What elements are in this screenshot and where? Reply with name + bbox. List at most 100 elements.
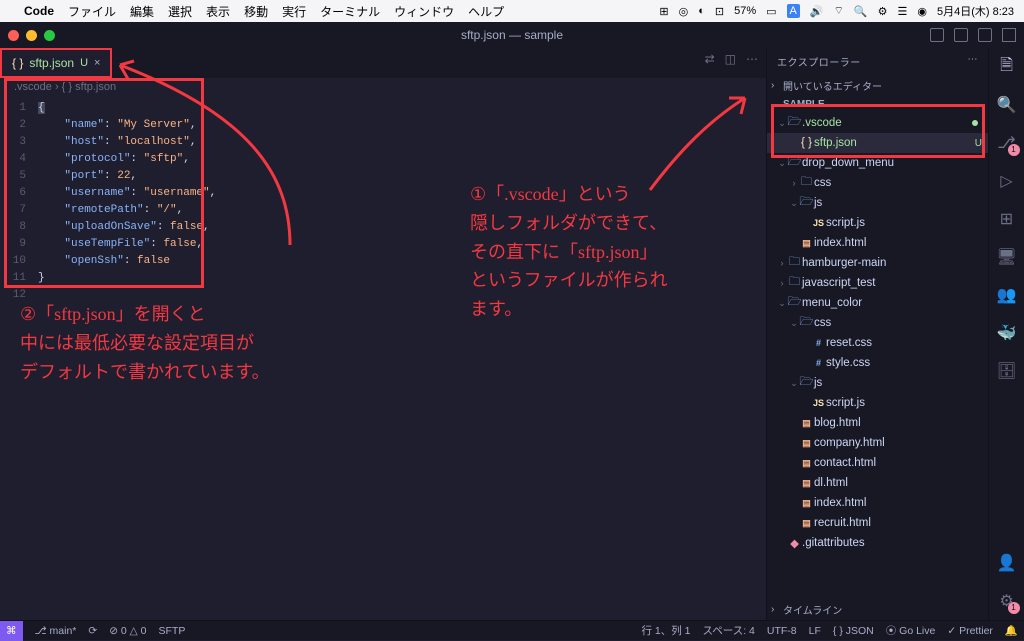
- menu-terminal[interactable]: ターミナル: [320, 3, 380, 20]
- compare-icon[interactable]: ⇄: [705, 52, 715, 66]
- battery-icon: ▭: [766, 5, 776, 18]
- activity-remote-icon[interactable]: 🖥: [996, 246, 1018, 268]
- activity-scm-icon[interactable]: ⎇1: [996, 132, 1018, 154]
- tree-item[interactable]: ▤company.html: [767, 433, 988, 453]
- tree-item[interactable]: ›🗀hamburger-main: [767, 253, 988, 273]
- status-sync[interactable]: ⟳: [88, 625, 97, 637]
- tree-item[interactable]: JSscript.js: [767, 213, 988, 233]
- status-golive[interactable]: ⦿ Go Live: [886, 623, 936, 638]
- editor-content[interactable]: { "name": "My Server", "host": "localhos…: [34, 96, 216, 304]
- explorer-title: エクスプローラー: [777, 54, 861, 69]
- tree-item[interactable]: ›🗀css: [767, 173, 988, 193]
- tree-item[interactable]: ▤index.html: [767, 493, 988, 513]
- tree-item[interactable]: ▤dl.html: [767, 473, 988, 493]
- status-cursor[interactable]: 行 1、列 1: [641, 623, 690, 638]
- editor-tabs: { } sftp.json U × ⇄ ◫ ⋯: [0, 48, 766, 78]
- editor-gutter: 123456789101112: [0, 96, 34, 304]
- status-bell-icon[interactable]: 🔔: [1005, 624, 1018, 637]
- activity-db-icon[interactable]: 🗄: [996, 360, 1018, 382]
- file-tree: ⌄🗁.vscode{ }sftp.jsonU⌄🗁drop_down_menu›🗀…: [767, 113, 988, 553]
- window-titlebar: sftp.json — sample: [0, 22, 1024, 48]
- input-source-icon[interactable]: A: [787, 4, 800, 18]
- menubar-clock[interactable]: 5月4日(木) 8:23: [937, 3, 1014, 19]
- open-editors-section[interactable]: › 開いているエディター: [767, 75, 988, 96]
- tree-item[interactable]: ⌄🗁.vscode: [767, 113, 988, 133]
- tree-item[interactable]: #reset.css: [767, 333, 988, 353]
- explorer-more-icon[interactable]: ⋯: [968, 54, 979, 69]
- tree-item[interactable]: ⌄🗁drop_down_menu: [767, 153, 988, 173]
- menu-help[interactable]: ヘルプ: [468, 3, 504, 20]
- more-icon[interactable]: ⋯: [746, 52, 758, 66]
- control-center-icon[interactable]: ☰: [897, 5, 907, 18]
- wifi-icon[interactable]: ⚙: [878, 5, 888, 18]
- chevron-right-icon: ›: [771, 80, 780, 91]
- menu-file[interactable]: ファイル: [68, 3, 116, 20]
- activity-search-icon[interactable]: 🔍: [996, 94, 1018, 116]
- tree-item[interactable]: ⌄🗁css: [767, 313, 988, 333]
- tree-item[interactable]: ◆.gitattributes: [767, 533, 988, 553]
- tab-close-icon[interactable]: ×: [94, 57, 100, 69]
- tab-git-status: U: [80, 57, 88, 69]
- siri-icon[interactable]: ◉: [917, 5, 927, 18]
- tree-item[interactable]: ›🗀javascript_test: [767, 273, 988, 293]
- tree-item[interactable]: ▤blog.html: [767, 413, 988, 433]
- tree-item[interactable]: ⌄🗁menu_color: [767, 293, 988, 313]
- activity-debug-icon[interactable]: ▷: [996, 170, 1018, 192]
- menubar-indicator: ◐: [698, 5, 705, 17]
- timeline-section[interactable]: › タイムライン: [767, 599, 988, 620]
- timeline-label: タイムライン: [783, 602, 842, 617]
- scm-badge: 1: [1008, 144, 1020, 156]
- json-icon: { }: [12, 56, 23, 70]
- status-branch[interactable]: ⎇ main*: [35, 625, 77, 637]
- search-icon[interactable]: 🔍: [854, 5, 868, 18]
- status-remote[interactable]: ⌘: [0, 621, 23, 641]
- bluetooth-icon[interactable]: ⌔: [834, 4, 844, 18]
- menu-window[interactable]: ウィンドウ: [394, 3, 454, 20]
- tree-item[interactable]: ▤contact.html: [767, 453, 988, 473]
- activity-account-icon[interactable]: 👤: [996, 552, 1018, 574]
- tree-item[interactable]: ⌄🗁js: [767, 193, 988, 213]
- menubar-app[interactable]: Code: [24, 4, 54, 18]
- tree-item[interactable]: { }sftp.jsonU: [767, 133, 988, 153]
- volume-icon[interactable]: 🔊: [810, 5, 824, 18]
- menubar-indicator: ⊞: [659, 5, 668, 18]
- status-problems[interactable]: ⊘ 0 △ 0: [109, 625, 146, 637]
- activity-docker-icon[interactable]: 🐳: [996, 322, 1018, 344]
- status-sftp[interactable]: SFTP: [159, 625, 186, 637]
- open-editors-label: 開いているエディター: [783, 78, 882, 93]
- tree-item[interactable]: ▤index.html: [767, 233, 988, 253]
- folder-root-section[interactable]: ⌄ SAMPLE: [767, 96, 988, 113]
- status-spaces[interactable]: スペース: 4: [702, 623, 754, 638]
- window-title: sftp.json — sample: [0, 28, 1024, 42]
- tree-item[interactable]: JSscript.js: [767, 393, 988, 413]
- tree-item[interactable]: ⌄🗁js: [767, 373, 988, 393]
- workspace-root-label: SAMPLE: [783, 99, 825, 110]
- menu-selection[interactable]: 選択: [168, 3, 192, 20]
- activity-bar: 🗎 🔍 ⎇1 ▷ ⊞ 🖥 👥 🐳 🗄 👤 ⚙1: [988, 48, 1024, 620]
- status-prettier[interactable]: ✓ Prettier: [947, 625, 993, 637]
- activity-extensions-icon[interactable]: ⊞: [996, 208, 1018, 230]
- status-language[interactable]: { } JSON: [833, 625, 874, 637]
- activity-settings-icon[interactable]: ⚙1: [996, 590, 1018, 612]
- menubar-indicator: ◎: [679, 5, 689, 18]
- status-bar: ⌘ ⎇ main* ⟳ ⊘ 0 △ 0 SFTP 行 1、列 1 スペース: 4…: [0, 620, 1024, 640]
- mac-menubar: Code ファイル 編集 選択 表示 移動 実行 ターミナル ウィンドウ ヘルプ…: [0, 0, 1024, 22]
- editor-tab-sftp[interactable]: { } sftp.json U ×: [0, 48, 112, 78]
- breadcrumb[interactable]: .vscode › { } sftp.json: [0, 78, 766, 96]
- menubar-indicator: ⊡: [715, 5, 724, 18]
- activity-explorer-icon[interactable]: 🗎: [996, 56, 1018, 78]
- menu-go[interactable]: 移動: [244, 3, 268, 20]
- tab-filename: sftp.json: [29, 56, 74, 70]
- chevron-down-icon: ⌄: [771, 99, 780, 110]
- editor-area: { } sftp.json U × ⇄ ◫ ⋯ .vscode › { } sf…: [0, 48, 766, 620]
- activity-liveshare-icon[interactable]: 👥: [996, 284, 1018, 306]
- menu-edit[interactable]: 編集: [130, 3, 154, 20]
- tree-item[interactable]: ▤recruit.html: [767, 513, 988, 533]
- menu-run[interactable]: 実行: [282, 3, 306, 20]
- battery-text: 57%: [734, 5, 756, 17]
- tree-item[interactable]: #style.css: [767, 353, 988, 373]
- status-eol[interactable]: LF: [809, 625, 821, 637]
- menu-view[interactable]: 表示: [206, 3, 230, 20]
- status-encoding[interactable]: UTF-8: [767, 625, 797, 637]
- split-icon[interactable]: ◫: [725, 52, 736, 66]
